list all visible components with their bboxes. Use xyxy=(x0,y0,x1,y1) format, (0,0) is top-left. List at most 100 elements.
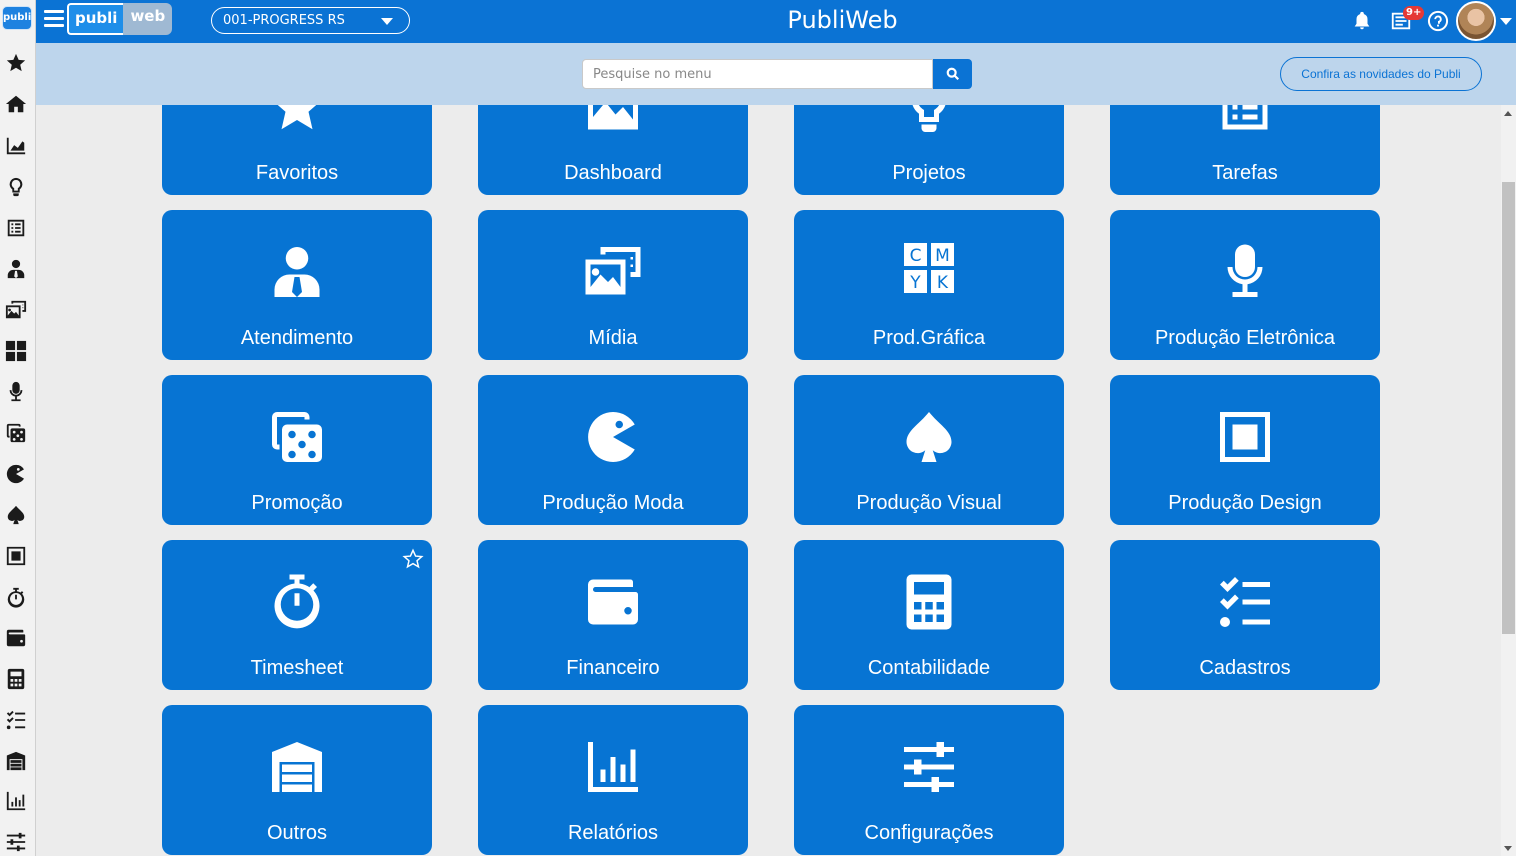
tasks-icon xyxy=(1110,572,1380,632)
tile-label: Contabilidade xyxy=(867,657,991,679)
sidebar-cmyk-icon[interactable] xyxy=(4,339,28,363)
lightbulb-icon xyxy=(794,105,1064,137)
company-selector[interactable]: 001-PROGRESS RS xyxy=(211,7,410,34)
warehouse-icon xyxy=(162,737,432,797)
tile-label: Favoritos xyxy=(255,162,339,184)
logo-part-publi: publi xyxy=(67,3,124,35)
favorite-star-outline-icon[interactable] xyxy=(402,548,424,570)
sidebar-calculator-icon[interactable] xyxy=(4,667,28,691)
tile-label: Promoção xyxy=(251,492,343,514)
stopwatch-icon xyxy=(162,572,432,632)
dice-icon xyxy=(162,407,432,467)
sidebar-spade-icon[interactable] xyxy=(4,503,28,527)
scrollbar-thumb[interactable] xyxy=(1502,182,1515,634)
tile-label: Produção Eletrônica xyxy=(1154,327,1336,349)
cmyk-y: Y xyxy=(909,273,921,293)
chevron-down-icon xyxy=(381,18,393,25)
tile-configuracoes[interactable]: Configurações xyxy=(794,705,1064,855)
sidebar-dice-icon[interactable] xyxy=(4,421,28,445)
cmyk-icon: C M Y K xyxy=(794,242,1064,294)
user-menu-chevron-down-icon[interactable] xyxy=(1500,18,1512,25)
sidebar-list-icon[interactable] xyxy=(4,216,28,240)
tile-label: Timesheet xyxy=(250,657,344,679)
tile-label: Dashboard xyxy=(564,162,662,184)
sidebar-home-icon[interactable] xyxy=(4,92,28,116)
calculator-icon xyxy=(794,572,1064,632)
scroll-up-arrow-icon[interactable] xyxy=(1504,111,1512,116)
tile-favoritos[interactable]: Favoritos xyxy=(162,105,432,195)
search-icon xyxy=(946,67,959,81)
tile-label: Projetos xyxy=(892,162,966,184)
media-icon xyxy=(478,242,748,302)
avatar[interactable] xyxy=(1456,1,1496,41)
company-selector-value: 001-PROGRESS RS xyxy=(223,13,345,28)
sidebar-pacman-icon[interactable] xyxy=(4,462,28,486)
tile-outros[interactable]: Outros xyxy=(162,705,432,855)
tile-promocao[interactable]: Promoção xyxy=(162,375,432,525)
search-button[interactable] xyxy=(933,59,972,89)
tile-label: Cadastros xyxy=(1199,657,1291,679)
tile-cadastros[interactable]: Cadastros xyxy=(1110,540,1380,690)
tile-label: Produção Moda xyxy=(542,492,684,514)
bar-chart-icon xyxy=(478,737,748,797)
sidebar-microphone-icon[interactable] xyxy=(4,380,28,404)
scroll-down-arrow-icon[interactable] xyxy=(1504,846,1512,851)
sidebar-wallet-icon[interactable] xyxy=(4,626,28,650)
sidebar-warehouse-icon[interactable] xyxy=(4,749,28,773)
app-title: PubliWeb xyxy=(787,6,898,34)
cmyk-k: K xyxy=(937,273,949,293)
news-button[interactable]: Confira as novidades do Publi xyxy=(1280,57,1482,91)
spade-icon xyxy=(794,407,1064,467)
hamburger-menu-icon[interactable] xyxy=(44,10,64,28)
tile-contabilidade[interactable]: Contabilidade xyxy=(794,540,1064,690)
tile-producao-visual[interactable]: Produção Visual xyxy=(794,375,1064,525)
tile-projetos[interactable]: Projetos xyxy=(794,105,1064,195)
tile-producao-design[interactable]: Produção Design xyxy=(1110,375,1380,525)
list-icon xyxy=(1110,105,1380,137)
sidebar-square-icon[interactable] xyxy=(4,544,28,568)
sidebar-sliders-icon[interactable] xyxy=(4,830,28,854)
tile-tarefas[interactable]: Tarefas xyxy=(1110,105,1380,195)
top-navbar: publi web 001-PROGRESS RS xyxy=(36,0,1516,43)
vertical-scrollbar[interactable] xyxy=(1501,105,1516,856)
microphone-icon xyxy=(1110,242,1380,302)
tile-label: Relatórios xyxy=(567,822,659,844)
sidebar-media-icon[interactable] xyxy=(4,298,28,322)
tile-label: Produção Design xyxy=(1168,492,1322,514)
menu-search-input[interactable] xyxy=(582,59,933,89)
image-icon xyxy=(478,105,748,137)
tile-producao-moda[interactable]: Produção Moda xyxy=(478,375,748,525)
help-icon[interactable] xyxy=(1427,10,1449,32)
tile-relatorios[interactable]: Relatórios xyxy=(478,705,748,855)
tile-prod-grafica[interactable]: C M Y K Prod.Gráfica xyxy=(794,210,1064,360)
tile-financeiro[interactable]: Financeiro xyxy=(478,540,748,690)
sidebar-bar-chart-icon[interactable] xyxy=(4,789,28,813)
sidebar-stopwatch-icon[interactable] xyxy=(4,586,28,610)
tile-midia[interactable]: Mídia xyxy=(478,210,748,360)
logo-part-web: web xyxy=(123,3,173,35)
user-tie-icon xyxy=(162,242,432,302)
publiweb-logo[interactable]: publi web xyxy=(67,3,173,35)
publi-mini-logo[interactable]: publi xyxy=(2,6,32,30)
tile-label: Financeiro xyxy=(566,657,660,679)
cmyk-c: C xyxy=(910,246,922,266)
search-band: Confira as novidades do Publi xyxy=(36,43,1516,105)
tile-producao-eletronica[interactable]: Produção Eletrônica xyxy=(1110,210,1380,360)
sidebar-favorites-star-icon[interactable] xyxy=(4,51,28,75)
sidebar-tasks-icon[interactable] xyxy=(4,708,28,732)
sidebar-chart-area-icon[interactable] xyxy=(4,134,28,158)
notification-badge: 9+ xyxy=(1403,6,1425,20)
tile-dashboard[interactable]: Dashboard xyxy=(478,105,748,195)
tile-label: Prod.Gráfica xyxy=(872,327,986,349)
tile-label: Outros xyxy=(266,822,328,844)
wallet-icon xyxy=(478,572,748,632)
sidebar-user-tie-icon[interactable] xyxy=(4,257,28,281)
tile-timesheet[interactable]: Timesheet xyxy=(162,540,432,690)
sidebar-lightbulb-icon[interactable] xyxy=(4,175,28,199)
tile-label: Mídia xyxy=(588,327,638,349)
tile-atendimento[interactable]: Atendimento xyxy=(162,210,432,360)
cmyk-m: M xyxy=(935,246,950,266)
square-icon xyxy=(1110,407,1380,467)
pacman-icon xyxy=(478,407,748,467)
bell-icon[interactable] xyxy=(1351,10,1373,32)
